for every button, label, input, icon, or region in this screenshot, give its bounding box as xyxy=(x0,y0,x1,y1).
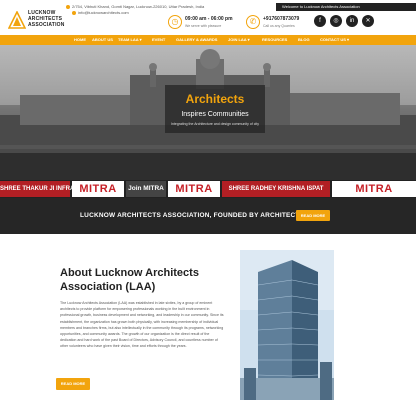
clock-icon: ◷ xyxy=(168,15,182,29)
hero-banner: Architects Inspires Communities Integrat… xyxy=(0,45,416,181)
hours-subtext: We serve with pleasure xyxy=(185,24,222,28)
phone-subtext: Call us any Quarries xyxy=(263,24,295,28)
address-text: 2/754, Vibhuti Khand, Gomti Nagar, Luckn… xyxy=(72,4,205,9)
banner-read-more-button[interactable]: READ MORE xyxy=(296,210,330,221)
hero-title: Architects xyxy=(185,92,245,106)
email-line[interactable]: info@lucknowarchitects.com xyxy=(72,10,129,15)
hero-tagline: Integrating the Architecture and design … xyxy=(171,122,259,126)
instagram-icon[interactable]: ◎ xyxy=(330,15,342,27)
nav-join-laa[interactable]: JOIN LAA ▾ xyxy=(228,35,250,45)
address-line: 2/754, Vibhuti Khand, Gomti Nagar, Luckn… xyxy=(66,4,204,9)
logo-mark-icon xyxy=(8,11,26,29)
logo-text: LUCKNOW ARCHITECTS ASSOCIATION xyxy=(28,10,65,28)
main-nav: HOME ABOUT US TEAM LAA ▾ EVENT GALLERY &… xyxy=(0,35,416,45)
welcome-bar: Welcome to Lucknow Architects Associatio… xyxy=(276,3,416,11)
phone-text[interactable]: +917607873079 xyxy=(263,16,299,22)
hours-text: 09:00 am - 06:00 pm xyxy=(185,16,233,22)
nav-resources[interactable]: RESOURCES xyxy=(262,35,287,45)
top-info-bar: LUCKNOW ARCHITECTS ASSOCIATION 2/754, Vi… xyxy=(0,0,416,36)
linkedin-icon[interactable]: in xyxy=(346,15,358,27)
phone-block[interactable]: ✆ +917607873079 Call us any Quarries xyxy=(246,14,306,32)
facebook-icon[interactable]: f xyxy=(314,15,326,27)
sponsor-strip: SHREE THAKUR JI INFRA MITRA Join MITRA M… xyxy=(0,180,416,198)
sponsor-item[interactable]: Join MITRA xyxy=(126,181,166,197)
sponsor-item[interactable]: SHREE RADHEY KRISHNA ISPAT xyxy=(222,181,330,197)
about-read-more-button[interactable]: READ MORE xyxy=(56,378,90,390)
phone-icon: ✆ xyxy=(246,15,260,29)
email-text[interactable]: info@lucknowarchitects.com xyxy=(78,10,129,15)
page: LUCKNOW ARCHITECTS ASSOCIATION 2/754, Vi… xyxy=(0,0,416,400)
sponsor-item[interactable]: MITRA xyxy=(72,181,124,197)
founded-banner: LUCKNOW ARCHITECTS ASSOCIATION, FOUNDED … xyxy=(0,198,416,234)
sponsor-item[interactable]: MITRA xyxy=(168,181,220,197)
building-image xyxy=(240,250,334,400)
x-twitter-icon[interactable]: ✕ xyxy=(362,15,374,27)
mail-icon xyxy=(72,10,76,15)
nav-event[interactable]: EVENT xyxy=(152,35,165,45)
nav-about-us[interactable]: ABOUT US xyxy=(92,35,113,45)
hero-subtitle: Inspires Communities xyxy=(181,111,249,118)
about-body: The Lucknow Architects Association (LAA)… xyxy=(60,301,224,349)
logo-line-3: ASSOCIATION xyxy=(28,22,65,28)
sponsor-item[interactable]: MITRA xyxy=(332,181,416,197)
nav-home[interactable]: HOME xyxy=(74,35,86,45)
nav-gallery-awards[interactable]: GALLERY & AWARDS xyxy=(176,35,217,45)
nav-team-laa[interactable]: TEAM LAA ▾ xyxy=(118,35,142,45)
founded-banner-text: LUCKNOW ARCHITECTS ASSOCIATION, FOUNDED … xyxy=(80,212,307,219)
nav-blog[interactable]: BLOG xyxy=(298,35,310,45)
location-icon xyxy=(66,4,70,9)
site-logo[interactable]: LUCKNOW ARCHITECTS ASSOCIATION xyxy=(8,9,72,33)
nav-contact-us[interactable]: CONTACT US ▾ xyxy=(320,35,349,45)
about-title: About Lucknow Architects Association (LA… xyxy=(60,267,199,293)
hours-block: ◷ 09:00 am - 06:00 pm We serve with plea… xyxy=(168,14,233,32)
sponsor-item[interactable]: SHREE THAKUR JI INFRA xyxy=(0,181,74,197)
